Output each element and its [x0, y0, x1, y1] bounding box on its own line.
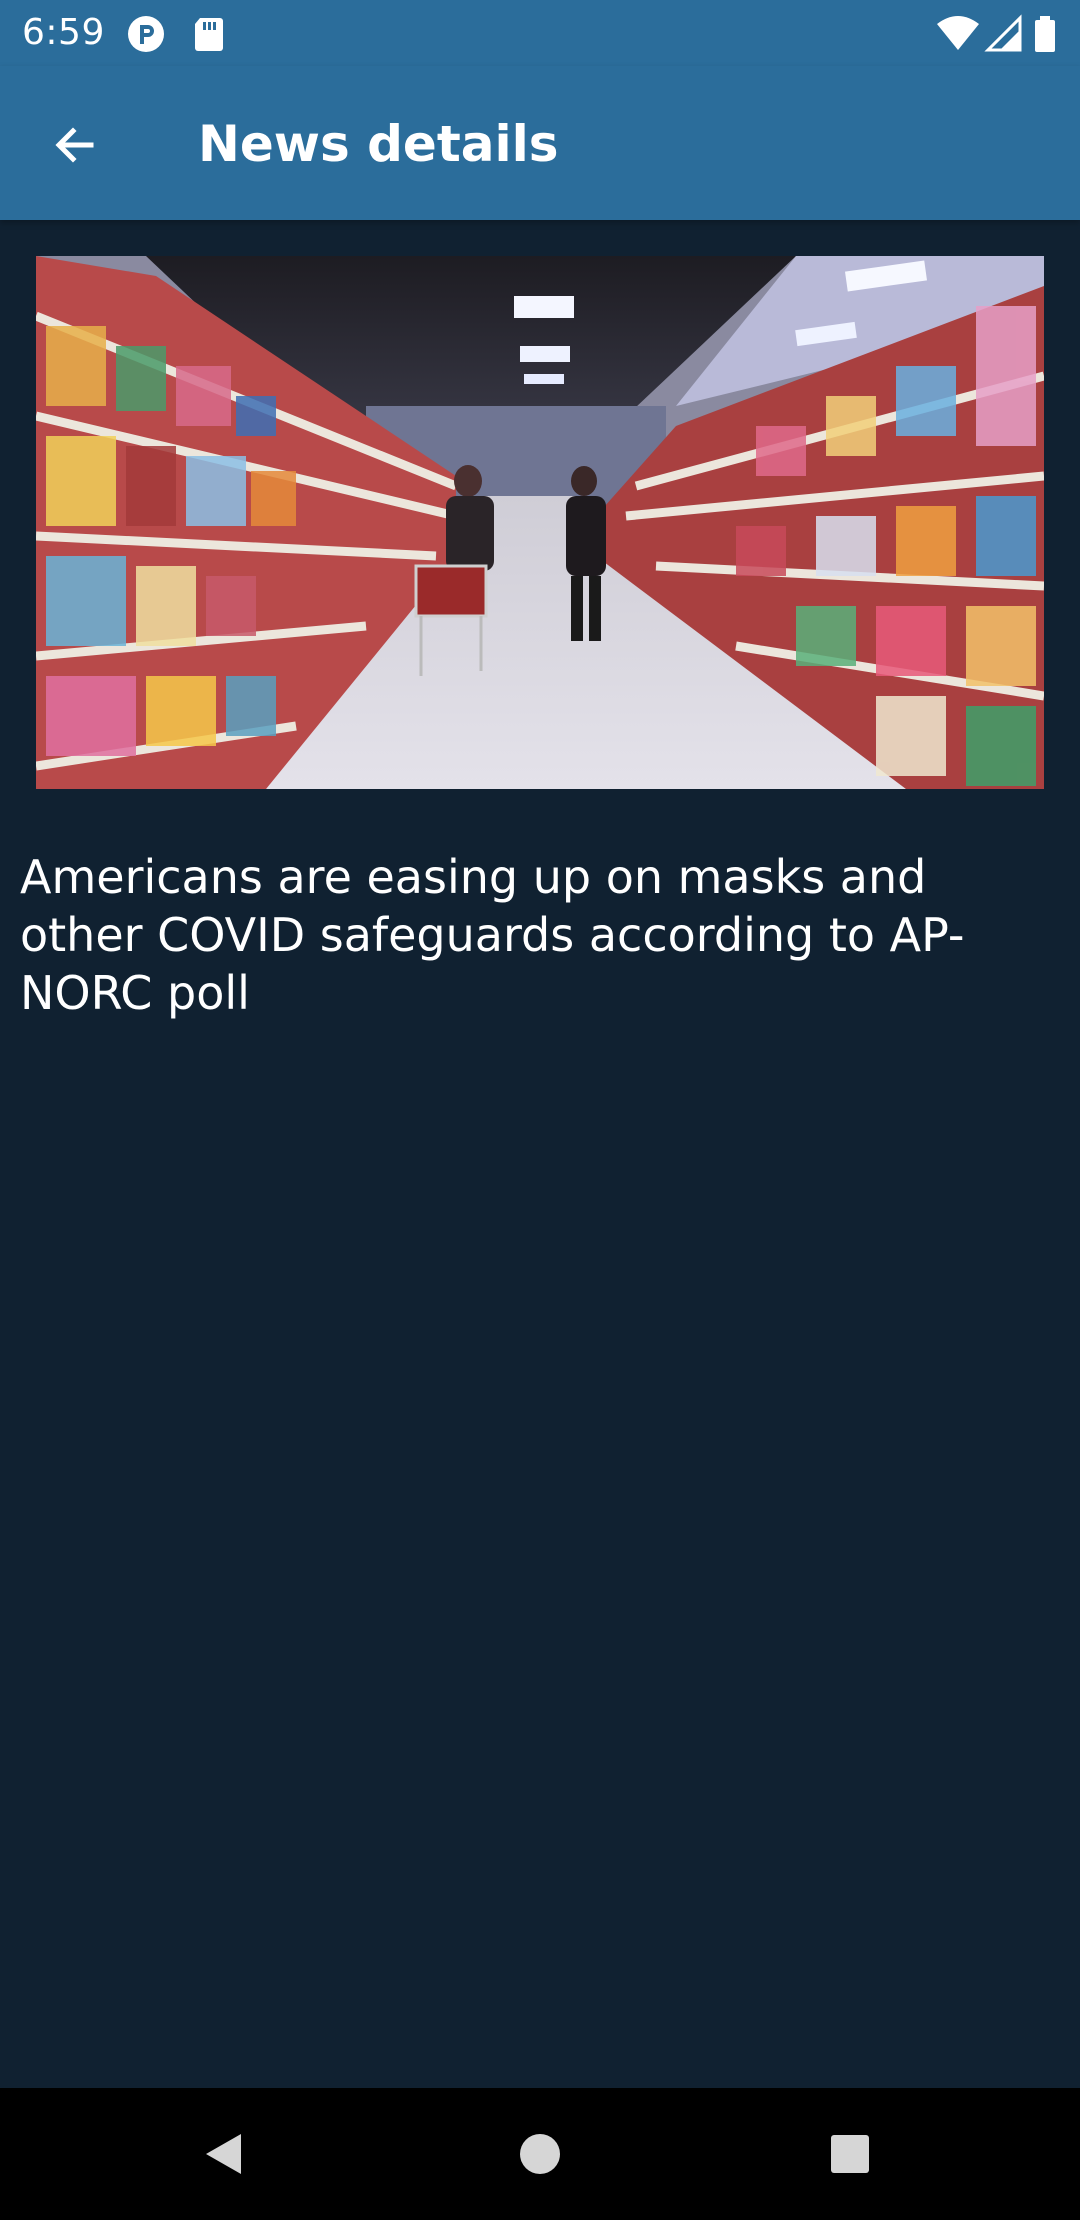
nav-recents-button[interactable]	[810, 2114, 890, 2194]
cellular-signal-icon	[984, 14, 1022, 52]
notification-p-icon	[128, 16, 164, 52]
battery-icon	[1035, 16, 1055, 52]
recents-square-icon	[831, 2135, 869, 2173]
nav-home-button[interactable]	[500, 2114, 580, 2194]
status-bar: 6:59	[0, 0, 1080, 66]
article-headline: Americans are easing up on masks and oth…	[20, 850, 965, 1020]
back-button[interactable]	[40, 110, 110, 180]
status-time: 6:59	[22, 12, 105, 53]
app-bar: News details	[0, 66, 1080, 220]
article-image[interactable]	[36, 256, 1044, 789]
sd-card-icon	[195, 18, 223, 51]
system-nav-bar	[0, 2088, 1080, 2220]
arrow-back-icon	[55, 127, 94, 163]
page-title: News details	[198, 115, 559, 173]
nav-back-button[interactable]	[186, 2114, 266, 2194]
home-circle-icon	[520, 2134, 560, 2174]
wifi-icon	[937, 16, 979, 50]
back-triangle-icon	[206, 2134, 241, 2174]
